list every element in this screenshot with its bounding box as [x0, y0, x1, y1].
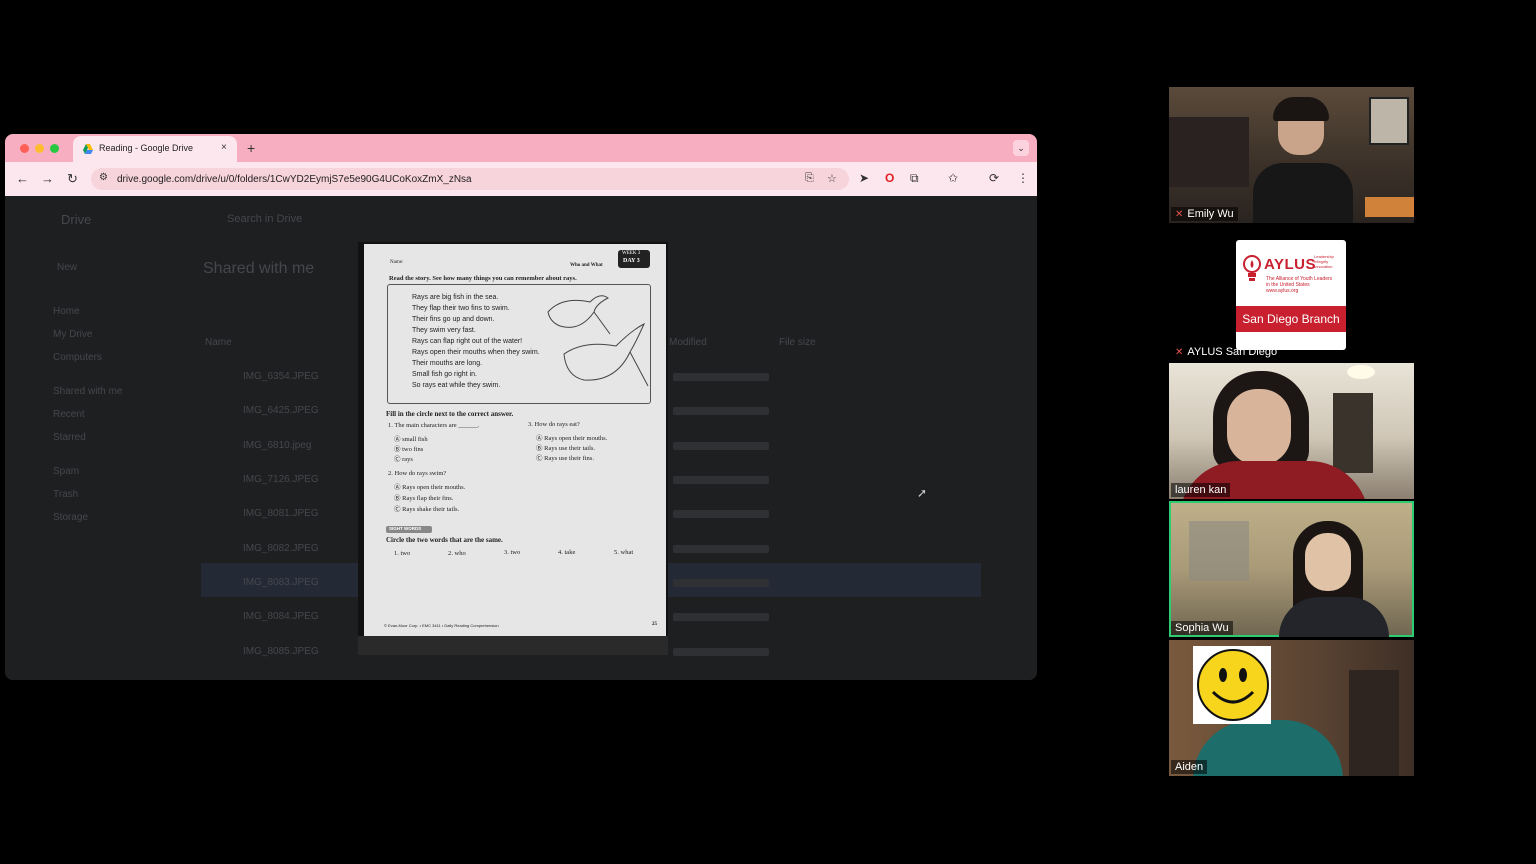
participant-name-label: Sophia Wu — [1171, 621, 1233, 635]
reload-icon[interactable]: ↻ — [67, 171, 78, 187]
sidebar-item-my-drive[interactable]: My Drive — [53, 329, 92, 340]
forward-arrow-icon[interactable]: → — [41, 171, 54, 186]
sidebar-item-shared[interactable]: Shared with me — [53, 386, 122, 397]
participant-face — [1305, 533, 1351, 591]
participant-tile-aylus-san-diego[interactable]: AYLUS Leadership Integrity Innovation Th… — [1169, 225, 1414, 361]
bookmark-star-icon[interactable]: ☆ — [827, 172, 837, 185]
background-furniture — [1349, 670, 1399, 776]
file-row[interactable]: IMG_7126.JPEG — [243, 474, 319, 485]
drive-logo: Drive — [61, 212, 92, 227]
column-header-name[interactable]: Name — [205, 337, 232, 348]
zoom-window-button[interactable] — [50, 144, 59, 153]
file-row[interactable]: IMG_8083.JPEG — [243, 577, 319, 588]
file-row[interactable]: IMG_6810.jpeg — [243, 440, 311, 451]
sidebar-item-trash[interactable]: Trash — [53, 489, 78, 500]
tab-strip: Reading - Google Drive × + ⌄ — [5, 134, 1037, 162]
file-row[interactable]: IMG_8081.JPEG — [243, 508, 319, 519]
worksheet-topic: Who and What — [570, 263, 603, 268]
opera-icon[interactable]: O — [885, 171, 894, 185]
site-settings-icon[interactable]: ⚙ — [99, 172, 108, 183]
smiley-face-icon — [1197, 649, 1269, 721]
sidebar-item-starred[interactable]: Starred — [53, 432, 86, 443]
participant-tile-lauren-kan[interactable]: lauren kan — [1169, 363, 1414, 499]
wall-picture — [1369, 97, 1409, 145]
participant-tile-aiden[interactable]: Aiden — [1169, 640, 1414, 776]
close-tab-icon[interactable]: × — [221, 142, 227, 153]
week-day-badge: WEEK 3 DAY 3 — [618, 250, 650, 268]
close-window-button[interactable] — [20, 144, 29, 153]
torch-lightbulb-icon — [1243, 255, 1261, 281]
tab-reading-google-drive[interactable]: Reading - Google Drive × — [73, 136, 237, 162]
chevron-down-icon: ⌄ — [1017, 143, 1025, 153]
manta-ray-illustration-icon — [547, 295, 649, 387]
worksheet-page: Name: Who and What WEEK 3 DAY 3 Read the… — [364, 244, 666, 636]
url-text: drive.google.com/drive/u/0/folders/1CwYD… — [117, 174, 472, 185]
aylus-logo: AYLUS Leadership Integrity Innovation Th… — [1236, 240, 1346, 350]
file-row[interactable]: IMG_8085.JPEG — [243, 646, 319, 657]
background-doorway — [1333, 393, 1373, 473]
google-drive-icon — [83, 144, 93, 154]
file-row[interactable]: IMG_6354.JPEG — [243, 371, 319, 382]
participant-face — [1227, 389, 1291, 465]
new-button[interactable]: New — [57, 262, 77, 273]
sidebar-item-home[interactable]: Home — [53, 306, 80, 317]
worksheet-image-preview: Name: Who and What WEEK 3 DAY 3 Read the… — [358, 242, 668, 655]
participant-jacket — [1279, 597, 1389, 637]
new-tab-button[interactable]: + — [247, 140, 255, 156]
tab-title: Reading - Google Drive — [99, 143, 194, 153]
sync-icon[interactable]: ⟳ — [989, 171, 999, 185]
mouse-cursor-icon: ➚ — [917, 486, 928, 500]
branch-banner: San Diego Branch — [1236, 306, 1346, 332]
story-instruction: Read the story. See how many things you … — [389, 275, 577, 282]
fill-instruction: Fill in the circle next to the correct a… — [386, 410, 514, 418]
participant-tile-sophia-wu[interactable]: Sophia Wu — [1169, 501, 1414, 637]
column-header-size[interactable]: File size — [779, 337, 816, 348]
participant-shirt — [1193, 720, 1343, 776]
tab-search-button[interactable]: ⌄ — [1013, 140, 1029, 156]
cursor-icon[interactable]: ➤ — [859, 171, 869, 185]
file-row[interactable]: IMG_6425.JPEG — [243, 405, 319, 416]
drive-search-input[interactable]: Search in Drive — [227, 213, 302, 225]
worksheet-footer: © Evan-Moor Corp. • EMC 3411 • Daily Rea… — [384, 623, 499, 628]
install-icon[interactable]: ⎘ — [805, 172, 814, 185]
sight-words-badge: SIGHT WORDS — [386, 526, 432, 533]
minimize-window-button[interactable] — [35, 144, 44, 153]
file-row[interactable]: IMG_8084.JPEG — [243, 611, 319, 622]
page-number: 25 — [652, 622, 657, 627]
muted-mic-icon: ✕ — [1175, 347, 1184, 358]
menu-dots-icon[interactable]: ⋮ — [1017, 171, 1029, 185]
column-header-modified[interactable]: Modified — [669, 337, 707, 348]
browser-toolbar: ← → ↻ ⚙ drive.google.com/drive/u/0/folde… — [5, 162, 1037, 196]
sidebar-item-storage[interactable]: Storage — [53, 512, 88, 523]
page-heading: Shared with me — [203, 260, 315, 277]
participant-name-label: Aiden — [1171, 760, 1208, 774]
participant-tile-emily-wu[interactable]: ✕ Emily Wu — [1169, 87, 1414, 223]
participant-name-label: ✕ Emily Wu — [1171, 207, 1238, 221]
back-arrow-icon[interactable]: ← — [16, 171, 29, 186]
participant-name-label: lauren kan — [1171, 483, 1231, 497]
muted-mic-icon: ✕ — [1175, 209, 1184, 220]
bookmarks-icon[interactable]: ✩ — [948, 171, 958, 185]
sidebar-item-recent[interactable]: Recent — [53, 409, 85, 420]
participant-hoodie — [1253, 163, 1353, 223]
sidebar-item-computers[interactable]: Computers — [53, 352, 102, 363]
participant-name-label: ✕ AYLUS San Diego — [1175, 346, 1278, 358]
extensions-icon[interactable]: ⧉ — [910, 171, 919, 186]
address-bar[interactable]: ⚙ drive.google.com/drive/u/0/folders/1Cw… — [91, 168, 849, 190]
file-row[interactable]: IMG_8082.JPEG — [243, 543, 319, 554]
ceiling-light — [1347, 365, 1375, 379]
circle-instruction: Circle the two words that are the same. — [386, 536, 503, 544]
name-line-label: Name: — [390, 260, 404, 265]
sidebar-item-spam[interactable]: Spam — [53, 466, 79, 477]
